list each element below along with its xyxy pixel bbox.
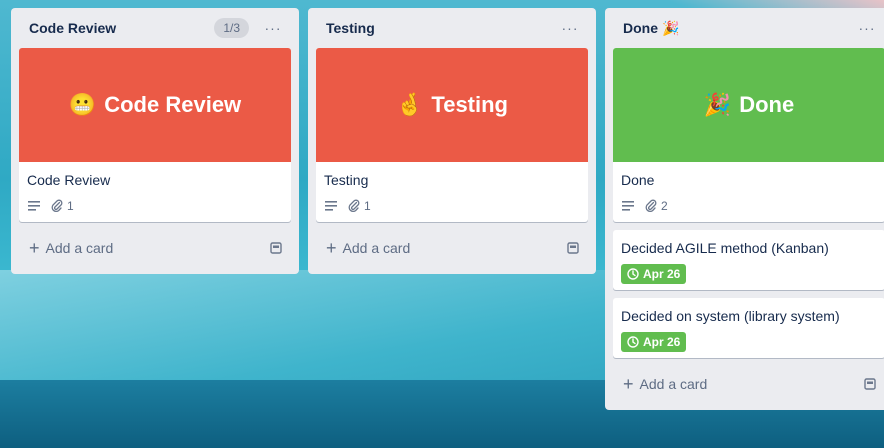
due-date: Apr 26 xyxy=(643,335,681,349)
list-menu-icon[interactable]: ··· xyxy=(259,14,287,42)
list-menu-icon[interactable]: ··· xyxy=(853,14,881,42)
add-card-label: Add a card xyxy=(342,240,411,256)
card-done[interactable]: 🎉 Done Done 2 xyxy=(613,48,884,222)
attachment-count: 1 xyxy=(67,199,74,213)
card-cover: 🎉 Done xyxy=(613,48,884,162)
crossed-fingers-emoji-icon: 🤞 xyxy=(396,92,424,117)
cover-text: Done xyxy=(739,92,795,117)
list-menu-icon[interactable]: ··· xyxy=(556,14,584,42)
due-date: Apr 26 xyxy=(643,267,681,281)
card-title: Decided on system (library system) xyxy=(621,308,840,324)
plus-icon: + xyxy=(29,238,40,258)
plus-icon: + xyxy=(623,374,634,394)
card-title: Testing xyxy=(324,172,369,188)
list-header[interactable]: Done 🎉 ··· xyxy=(613,8,884,48)
card-badges: 2 xyxy=(621,196,877,216)
list-title[interactable]: Done 🎉 xyxy=(623,20,853,37)
add-card-label: Add a card xyxy=(639,376,708,392)
add-card-button[interactable]: + Add a card xyxy=(316,230,588,266)
add-card-button[interactable]: + Add a card xyxy=(19,230,291,266)
paperclip-icon xyxy=(51,199,63,212)
list-testing: Testing ··· 🤞 Testing Testing 1 + Add a … xyxy=(308,8,596,274)
card-cover: 🤞 Testing xyxy=(316,48,588,162)
card-badges: Apr 26 xyxy=(621,332,877,352)
card-title: Done xyxy=(621,172,655,188)
cover-text: Testing xyxy=(431,92,508,117)
party-popper-emoji-icon: 🎉 xyxy=(703,92,732,117)
list-title[interactable]: Code Review xyxy=(29,20,214,36)
description-icon xyxy=(324,200,338,212)
list-code-review: Code Review 1/3 ··· 😬 Code Review Code R… xyxy=(11,8,299,274)
add-card-button[interactable]: + Add a card xyxy=(613,366,884,402)
template-icon[interactable] xyxy=(861,375,879,393)
card-library-system[interactable]: Decided on system (library system) Apr 2… xyxy=(613,298,884,358)
card-title: Decided AGILE method (Kanban) xyxy=(621,240,829,256)
list-header[interactable]: Testing ··· xyxy=(316,8,588,48)
list-done: Done 🎉 ··· 🎉 Done Done 2 Decided AGILE m… xyxy=(605,8,884,410)
attachment-badge: 1 xyxy=(348,199,371,213)
list-header[interactable]: Code Review 1/3 ··· xyxy=(19,8,291,48)
add-card-label: Add a card xyxy=(45,240,114,256)
template-icon[interactable] xyxy=(267,239,285,257)
card-badges: 1 xyxy=(324,196,580,216)
attachment-badge: 2 xyxy=(645,199,668,213)
list-title[interactable]: Testing xyxy=(326,20,556,36)
party-popper-emoji-icon: 🎉 xyxy=(662,19,680,36)
card-title: Code Review xyxy=(27,172,111,188)
clock-icon xyxy=(627,336,639,348)
description-icon xyxy=(27,200,41,212)
card-badges: 1 xyxy=(27,196,283,216)
paperclip-icon xyxy=(348,199,360,212)
card-agile-method[interactable]: Decided AGILE method (Kanban) Apr 26 xyxy=(613,230,884,290)
cover-text: Code Review xyxy=(104,92,242,117)
plus-icon: + xyxy=(326,238,337,258)
attachment-badge: 1 xyxy=(51,199,74,213)
attachment-count: 2 xyxy=(661,199,668,213)
grimace-emoji-icon: 😬 xyxy=(68,92,97,117)
card-code-review[interactable]: 😬 Code Review Code Review 1 xyxy=(19,48,291,222)
paperclip-icon xyxy=(645,199,657,212)
card-count-badge: 1/3 xyxy=(214,18,249,38)
template-icon[interactable] xyxy=(564,239,582,257)
clock-icon xyxy=(627,268,639,280)
card-testing[interactable]: 🤞 Testing Testing 1 xyxy=(316,48,588,222)
due-date-badge[interactable]: Apr 26 xyxy=(621,332,687,352)
card-badges: Apr 26 xyxy=(621,264,877,284)
description-icon xyxy=(621,200,635,212)
card-cover: 😬 Code Review xyxy=(19,48,291,162)
attachment-count: 1 xyxy=(364,199,371,213)
due-date-badge[interactable]: Apr 26 xyxy=(621,264,687,284)
